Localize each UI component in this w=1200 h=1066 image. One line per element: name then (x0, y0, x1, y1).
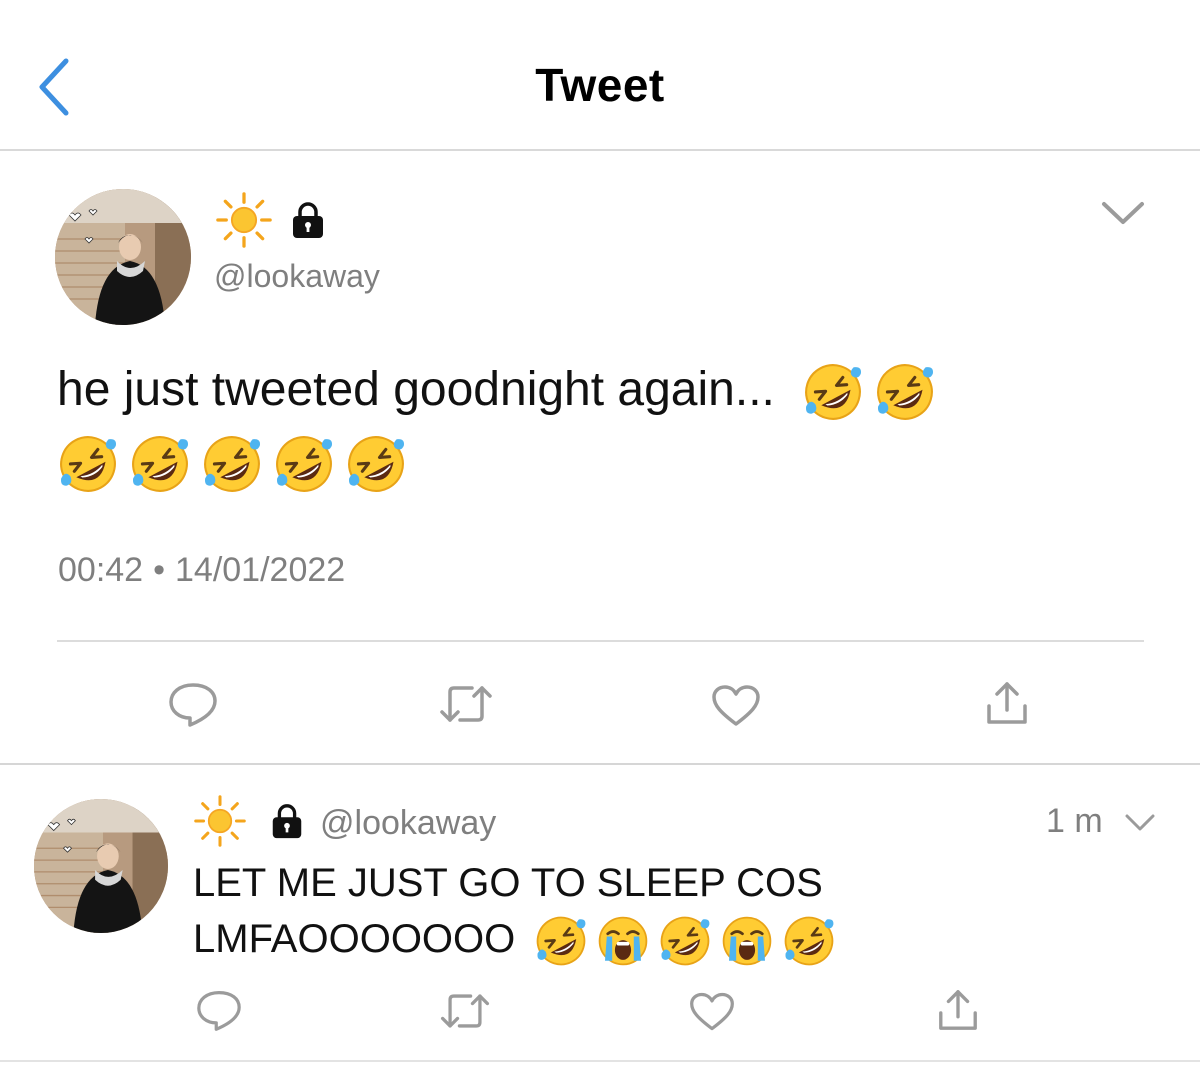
lock-icon (268, 802, 306, 845)
avatar[interactable] (55, 189, 191, 325)
tweet-text-line: LMFAOOOOOOO (193, 917, 516, 961)
tweet-text-line: LET ME JUST GO TO SLEEP COS (193, 861, 823, 905)
rofl-emoji-icon (802, 361, 864, 423)
sun-emoji-icon (194, 795, 246, 852)
tweet-text: LET ME JUST GO TO SLEEP COS LMFAOOOOOOO (193, 855, 1153, 968)
heart-icon (712, 685, 760, 726)
share-button[interactable] (936, 988, 980, 1037)
rofl-emoji-icon (273, 433, 335, 495)
divider (57, 640, 1144, 642)
sob-emoji-icon (720, 914, 774, 968)
tweet-date: 14/01/2022 (175, 551, 346, 589)
chevron-down-icon (1125, 814, 1155, 831)
rofl-emoji-icon (345, 433, 407, 495)
user-handle[interactable]: @lookaway (214, 258, 380, 295)
retweet-icon (440, 686, 492, 722)
tweet-options-button[interactable] (1100, 198, 1146, 228)
rofl-emoji-icon (57, 433, 119, 495)
tweet-text-line: he just tweeted goodnight again... (57, 363, 775, 416)
rofl-emoji-icon (534, 914, 588, 968)
tweet-text: he just tweeted goodnight again... (57, 354, 1137, 498)
reply-button[interactable] (194, 988, 244, 1037)
sob-emoji-icon (596, 914, 650, 968)
reply-icon (197, 990, 241, 1031)
like-button[interactable] (688, 991, 736, 1038)
reply-button[interactable] (166, 680, 220, 733)
top-nav-bar: Tweet (0, 0, 1200, 151)
separator-dot: • (153, 551, 165, 589)
tweet-time: 00:42 (58, 551, 144, 589)
lock-icon (288, 200, 328, 245)
reply-author-row[interactable]: @lookaway (194, 796, 496, 850)
user-handle[interactable]: @lookaway (320, 804, 496, 843)
tweet-options-button[interactable] (1124, 812, 1156, 834)
rofl-emoji-icon (782, 914, 836, 968)
reply-time: 1 m (1046, 802, 1103, 840)
sun-emoji-icon (216, 192, 272, 253)
retweet-icon (440, 994, 490, 1028)
tweet-timestamp: 00:42 • 14/01/2022 (58, 551, 345, 590)
share-icon (939, 990, 977, 1030)
section-divider (0, 763, 1200, 765)
page-title: Tweet (535, 59, 665, 111)
heart-icon (690, 992, 734, 1031)
share-icon (987, 682, 1027, 724)
rofl-emoji-icon (658, 914, 712, 968)
chevron-down-icon (1102, 202, 1144, 224)
like-button[interactable] (710, 684, 762, 733)
retweet-button[interactable] (436, 682, 496, 731)
avatar[interactable] (34, 799, 168, 933)
reply-icon (169, 683, 217, 727)
rofl-emoji-icon (201, 433, 263, 495)
rofl-emoji-icon (874, 361, 936, 423)
rofl-emoji-icon (129, 433, 191, 495)
divider (0, 1060, 1200, 1062)
retweet-button[interactable] (437, 990, 493, 1037)
share-button[interactable] (984, 680, 1030, 731)
display-name[interactable] (216, 194, 328, 250)
